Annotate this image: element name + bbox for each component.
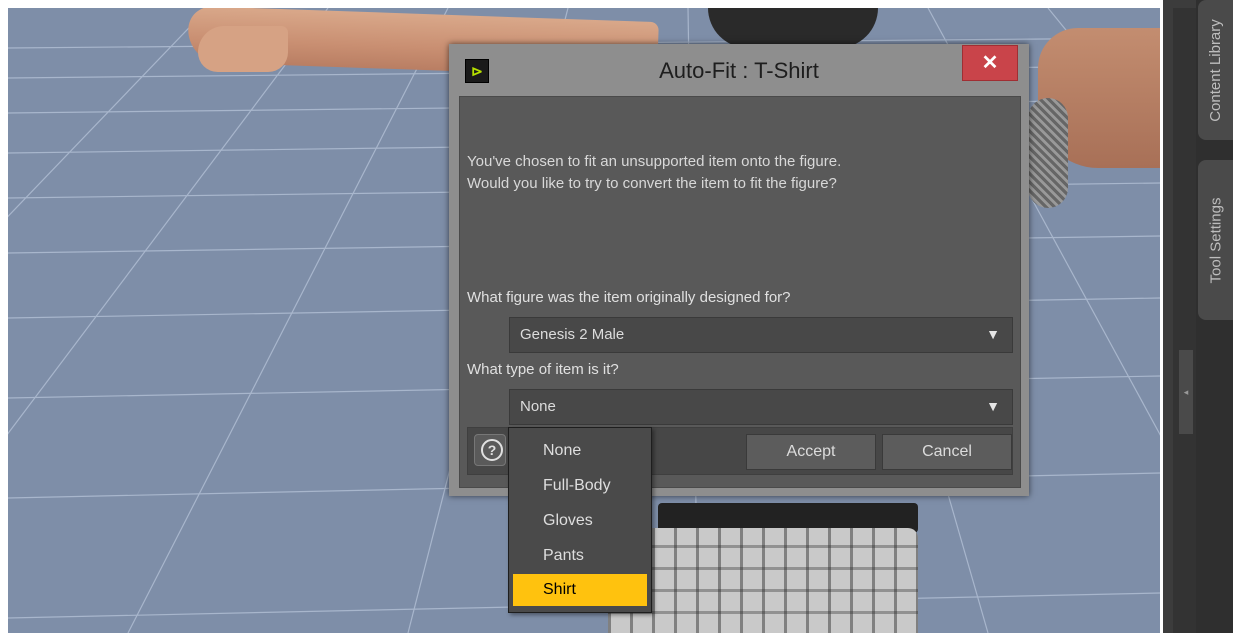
figure-torso	[708, 8, 878, 48]
option-none[interactable]: None	[513, 435, 647, 467]
close-icon: ✕	[981, 52, 999, 74]
dialog-title-bar[interactable]: ⊳ Auto-Fit : T-Shirt ✕	[449, 44, 1029, 96]
figure-select[interactable]: Genesis 2 Male ▼	[509, 317, 1013, 353]
figure-hand	[198, 26, 288, 72]
collapse-arrow-icon: ◂	[1183, 387, 1189, 397]
tab-tool-settings[interactable]: Tool Settings	[1198, 160, 1233, 320]
help-button[interactable]: ?	[474, 434, 506, 466]
item-type-question-label: What type of item is it?	[467, 361, 619, 378]
tab-label: Tool Settings	[1207, 197, 1225, 283]
dialog-title: Auto-Fit : T-Shirt	[659, 58, 819, 83]
close-button[interactable]: ✕	[962, 45, 1018, 81]
right-panel-strip	[1173, 8, 1197, 633]
item-type-select[interactable]: None ▼	[509, 389, 1013, 425]
tab-content-library[interactable]: Content Library	[1198, 0, 1233, 140]
figure-select-value: Genesis 2 Male	[520, 326, 625, 343]
figure-shirt-sleeve	[1028, 98, 1068, 208]
figure-pants	[608, 528, 918, 633]
option-pants[interactable]: Pants	[513, 540, 647, 572]
side-tab-bar: Content Library Tool Settings	[1196, 0, 1233, 633]
help-icon: ?	[481, 439, 503, 461]
message-line-2: Would you like to try to convert the ite…	[467, 175, 837, 192]
tab-label: Content Library	[1207, 18, 1224, 122]
cancel-button[interactable]: Cancel	[882, 434, 1012, 470]
panel-collapse-handle[interactable]: ◂	[1179, 350, 1193, 434]
item-type-dropdown-list: None Full-Body Gloves Pants Shirt	[508, 427, 652, 613]
option-full-body[interactable]: Full-Body	[513, 470, 647, 502]
figure-question-label: What figure was the item originally desi…	[467, 289, 791, 306]
accept-button[interactable]: Accept	[746, 434, 876, 470]
option-gloves[interactable]: Gloves	[513, 505, 647, 537]
dialog-message: You've chosen to fit an unsupported item…	[467, 151, 1017, 195]
message-line-1: You've chosen to fit an unsupported item…	[467, 153, 842, 170]
item-type-select-value: None	[520, 398, 556, 415]
chevron-down-icon: ▼	[986, 398, 1000, 414]
chevron-down-icon: ▼	[986, 326, 1000, 342]
option-shirt[interactable]: Shirt	[513, 574, 647, 606]
